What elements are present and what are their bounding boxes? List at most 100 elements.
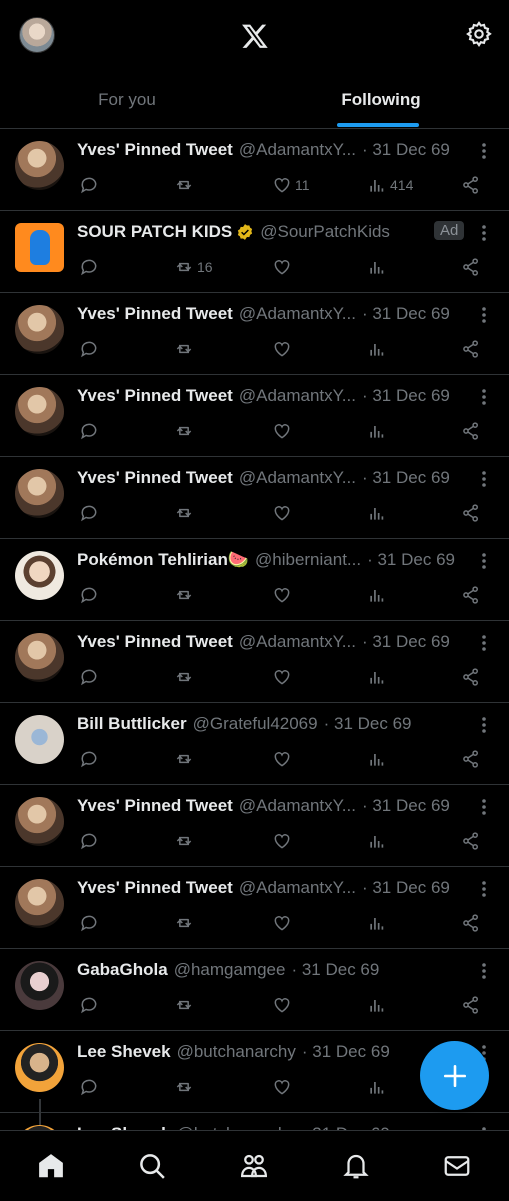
messages-icon[interactable] — [442, 1151, 472, 1181]
more-options-icon[interactable] — [476, 633, 492, 653]
tweet-row[interactable]: Yves' Pinned Tweet @AdamantxY... · 31 De… — [0, 129, 509, 211]
author-avatar[interactable] — [15, 305, 64, 354]
x-logo-icon[interactable] — [240, 22, 270, 50]
author-name[interactable]: Lee Shevek — [77, 1042, 171, 1062]
reply-button[interactable] — [79, 993, 99, 1017]
author-name[interactable]: Yves' Pinned Tweet — [77, 796, 233, 816]
retweet-button[interactable] — [174, 419, 194, 443]
author-name[interactable]: GabaGhola — [77, 960, 168, 980]
author-avatar[interactable] — [15, 879, 64, 928]
author-avatar[interactable] — [15, 551, 64, 600]
reply-button[interactable] — [79, 419, 99, 443]
author-avatar[interactable] — [15, 797, 64, 846]
tweet-row[interactable]: Yves' Pinned Tweet @AdamantxY... · 31 De… — [0, 785, 509, 867]
views-button[interactable] — [367, 665, 387, 689]
retweet-button[interactable] — [174, 337, 194, 361]
like-button[interactable] — [272, 583, 292, 607]
more-options-icon[interactable] — [476, 715, 492, 735]
reply-button[interactable] — [79, 501, 99, 525]
profile-avatar[interactable] — [19, 17, 55, 53]
like-button[interactable] — [272, 255, 292, 279]
tab-following[interactable]: Following — [254, 72, 508, 128]
author-handle[interactable]: @AdamantxY... — [239, 140, 356, 160]
communities-icon[interactable] — [239, 1151, 269, 1181]
retweet-button[interactable] — [174, 993, 194, 1017]
author-handle[interactable]: @AdamantxY... — [239, 304, 356, 324]
retweet-button[interactable] — [174, 1075, 194, 1099]
views-button[interactable] — [367, 747, 387, 771]
like-button[interactable] — [272, 1075, 292, 1099]
reply-button[interactable] — [79, 337, 99, 361]
tweet-row[interactable]: Yves' Pinned Tweet @AdamantxY... · 31 De… — [0, 293, 509, 375]
like-button[interactable] — [272, 337, 292, 361]
author-name[interactable]: Yves' Pinned Tweet — [77, 878, 233, 898]
notifications-icon[interactable] — [341, 1151, 371, 1181]
author-name[interactable]: Yves' Pinned Tweet — [77, 140, 233, 160]
retweet-button[interactable] — [174, 501, 194, 525]
retweet-button[interactable]: 16 — [174, 255, 213, 279]
tweet-row[interactable]: Bill Buttlicker @Grateful42069 · 31 Dec … — [0, 703, 509, 785]
share-button[interactable] — [461, 501, 481, 525]
author-name[interactable]: Yves' Pinned Tweet — [77, 632, 233, 652]
views-button[interactable] — [367, 337, 387, 361]
reply-button[interactable] — [79, 1075, 99, 1099]
author-handle[interactable]: @AdamantxY... — [239, 632, 356, 652]
share-button[interactable] — [461, 665, 481, 689]
share-button[interactable] — [461, 829, 481, 853]
tweet-row[interactable]: Yves' Pinned Tweet @AdamantxY... · 31 De… — [0, 867, 509, 949]
tweet-row[interactable]: GabaGhola @hamgamgee · 31 Dec 69 — [0, 949, 509, 1031]
author-name[interactable]: Yves' Pinned Tweet — [77, 468, 233, 488]
retweet-button[interactable] — [174, 665, 194, 689]
author-avatar[interactable] — [15, 223, 64, 272]
compose-button[interactable] — [420, 1041, 489, 1110]
like-button[interactable] — [272, 993, 292, 1017]
more-options-icon[interactable] — [476, 551, 492, 571]
like-button[interactable] — [272, 419, 292, 443]
gear-icon[interactable] — [465, 20, 493, 48]
views-button[interactable] — [367, 1075, 387, 1099]
author-avatar[interactable] — [15, 633, 64, 682]
more-options-icon[interactable] — [476, 141, 492, 161]
author-avatar[interactable] — [15, 387, 64, 436]
reply-button[interactable] — [79, 255, 99, 279]
more-options-icon[interactable] — [476, 797, 492, 817]
share-button[interactable] — [461, 993, 481, 1017]
views-button[interactable] — [367, 501, 387, 525]
home-icon[interactable] — [36, 1151, 66, 1181]
search-icon[interactable] — [137, 1151, 167, 1181]
more-options-icon[interactable] — [476, 387, 492, 407]
author-avatar[interactable] — [15, 961, 64, 1010]
like-button[interactable] — [272, 747, 292, 771]
views-button[interactable] — [367, 419, 387, 443]
author-avatar[interactable] — [15, 469, 64, 518]
timeline-feed[interactable]: Yves' Pinned Tweet @AdamantxY... · 31 De… — [0, 129, 509, 1130]
like-button[interactable] — [272, 829, 292, 853]
share-button[interactable] — [461, 255, 481, 279]
more-options-icon[interactable] — [476, 223, 492, 243]
author-handle[interactable]: @AdamantxY... — [239, 878, 356, 898]
tweet-row[interactable]: Yves' Pinned Tweet @AdamantxY... · 31 De… — [0, 621, 509, 703]
author-handle[interactable]: @hamgamgee — [174, 960, 286, 980]
retweet-button[interactable] — [174, 911, 194, 935]
like-button[interactable] — [272, 911, 292, 935]
author-name[interactable]: Yves' Pinned Tweet — [77, 386, 233, 406]
tweet-row[interactable]: Pokémon Tehlirian🍉 @hiberniant... · 31 D… — [0, 539, 509, 621]
author-handle[interactable]: @hiberniant... — [255, 550, 361, 570]
more-options-icon[interactable] — [476, 305, 492, 325]
author-handle[interactable]: @SourPatchKids — [260, 222, 390, 242]
author-name[interactable]: Yves' Pinned Tweet — [77, 304, 233, 324]
reply-button[interactable] — [79, 583, 99, 607]
author-avatar[interactable] — [15, 1043, 64, 1092]
author-avatar[interactable] — [15, 141, 64, 190]
author-name[interactable]: SOUR PATCH KIDS — [77, 222, 232, 242]
retweet-button[interactable] — [174, 583, 194, 607]
reply-button[interactable] — [79, 665, 99, 689]
share-button[interactable] — [461, 419, 481, 443]
retweet-button[interactable] — [174, 747, 194, 771]
author-handle[interactable]: @Grateful42069 — [193, 714, 318, 734]
views-button[interactable]: 414 — [367, 173, 413, 197]
author-handle[interactable]: @AdamantxY... — [239, 468, 356, 488]
share-button[interactable] — [461, 747, 481, 771]
reply-button[interactable] — [79, 173, 99, 197]
tweet-row[interactable]: Lee Shevek @butchanarchy · 31 Dec 69 — [0, 1113, 509, 1130]
